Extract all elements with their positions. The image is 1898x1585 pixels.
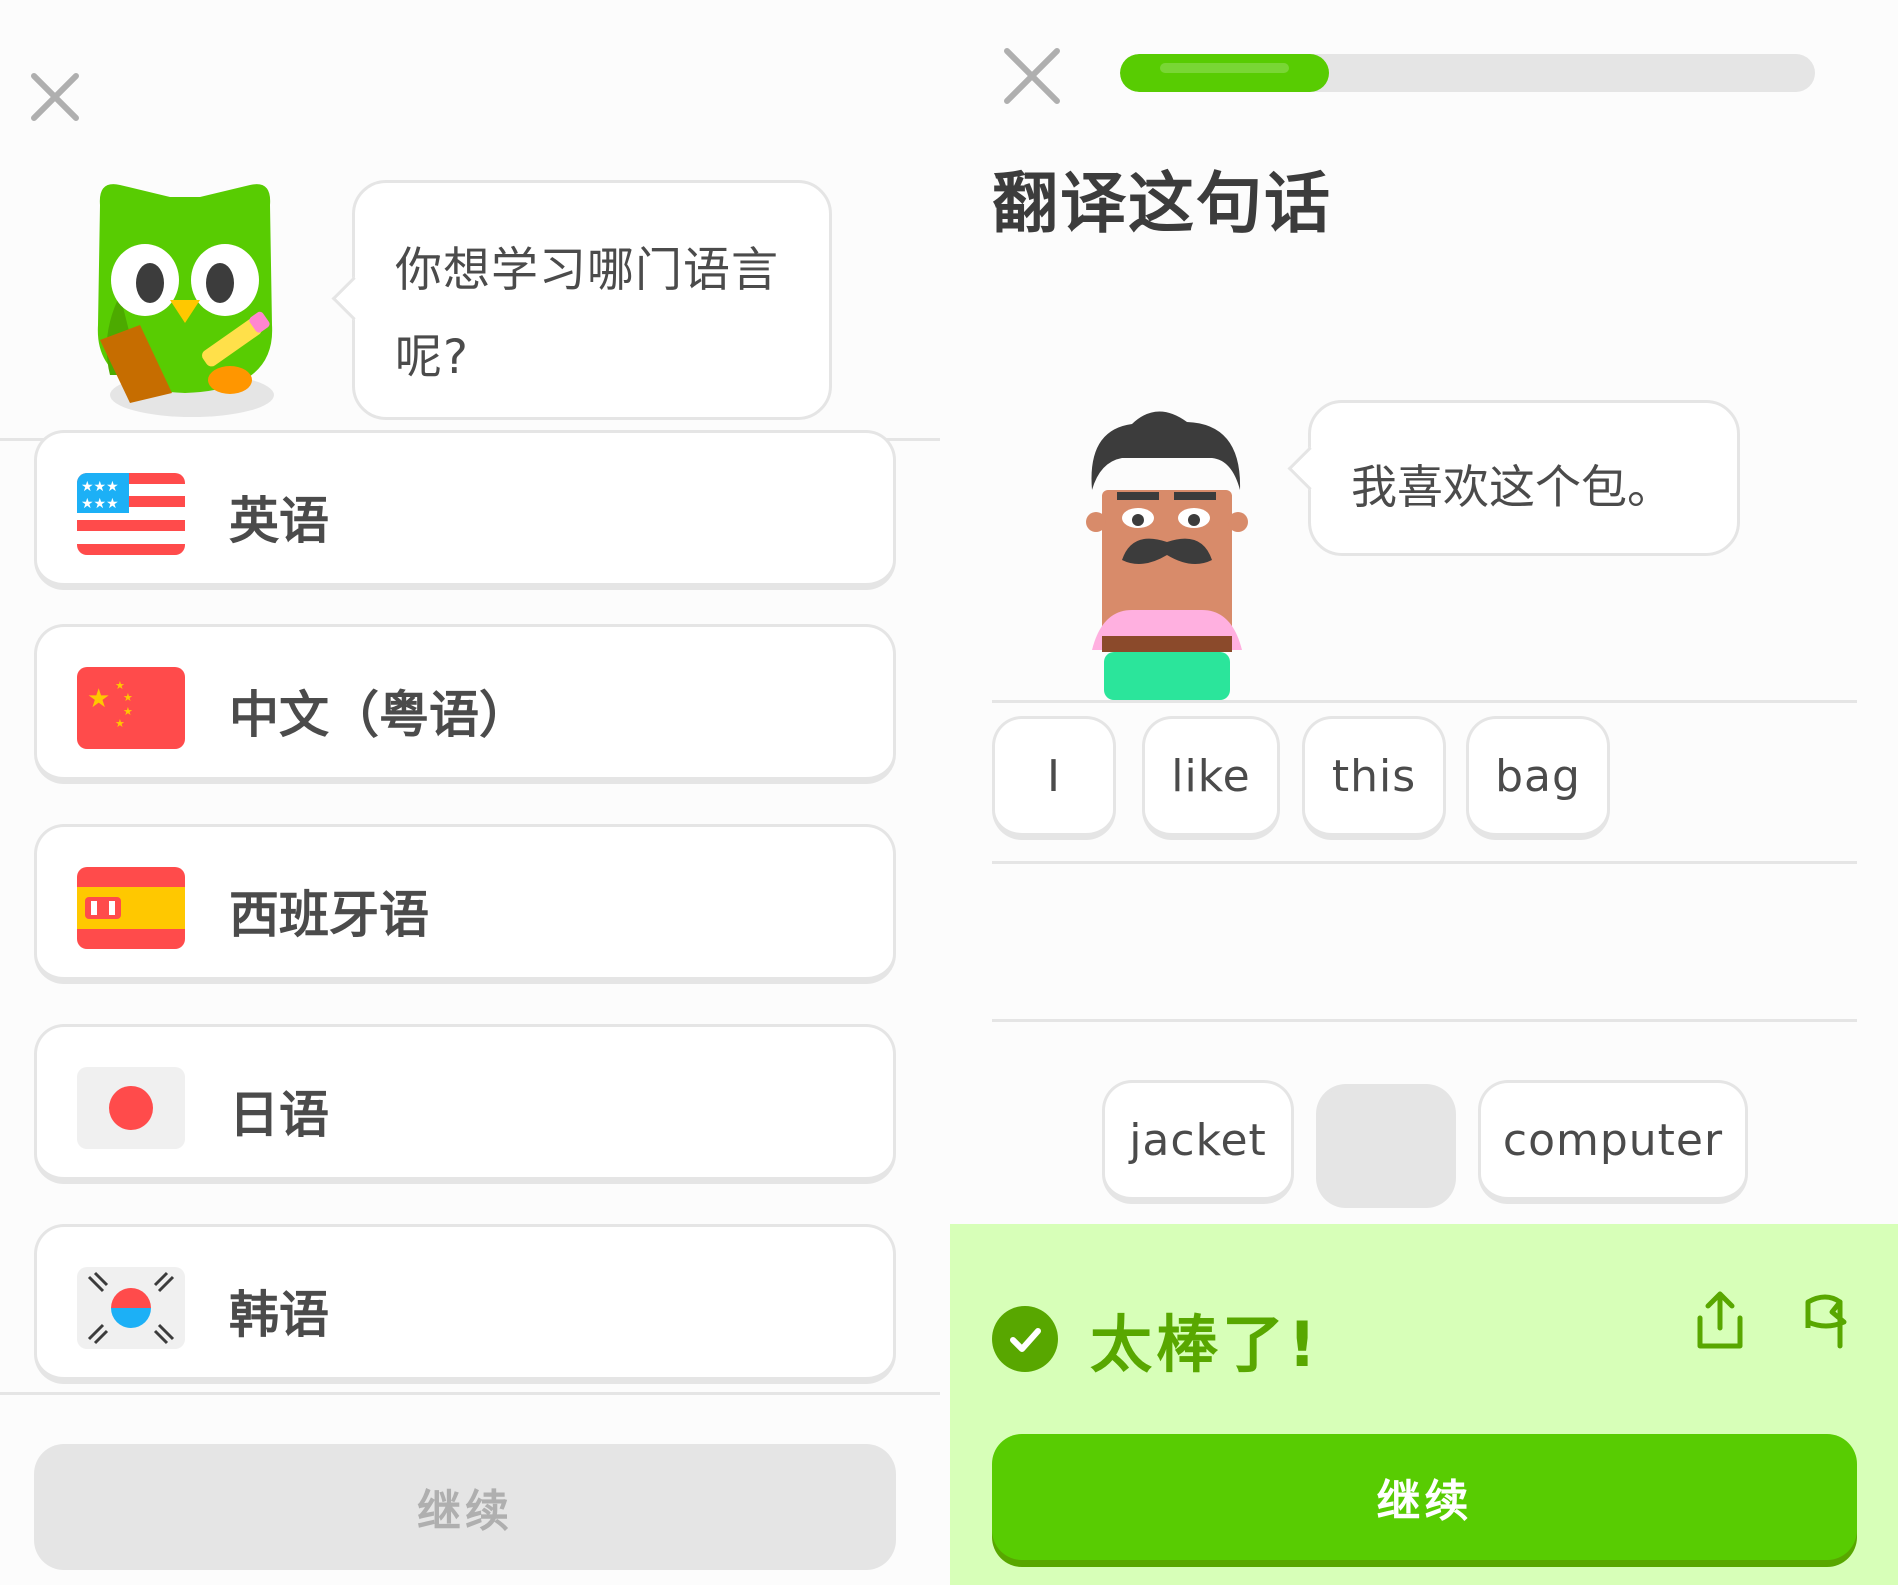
word-bank-chip[interactable]: computer	[1478, 1080, 1748, 1204]
language-label: 西班牙语	[229, 886, 429, 944]
es-flag-icon	[77, 867, 185, 949]
question-speech-bubble: 你想学习哪门语言 呢?	[331, 180, 832, 420]
svg-text:★: ★	[87, 684, 110, 714]
continue-button-disabled[interactable]: 继续	[34, 1444, 896, 1570]
svg-text:★★★: ★★★	[81, 479, 119, 495]
language-label: 英语	[229, 492, 329, 550]
language-label: 中文（粤语）	[229, 686, 529, 744]
language-label: 韩语	[229, 1286, 329, 1344]
continue-button[interactable]: 继续	[992, 1434, 1857, 1560]
lesson-progress-bar	[1120, 54, 1815, 92]
feedback-message: 太棒了!	[1090, 1308, 1321, 1381]
answer-line-2	[992, 1019, 1857, 1022]
close-icon[interactable]	[1002, 46, 1062, 106]
sentence-text: 我喜欢这个包。	[1351, 460, 1673, 514]
answer-word-chip[interactable]: I	[992, 716, 1116, 840]
close-icon[interactable]	[30, 72, 80, 122]
language-option-spanish[interactable]: 西班牙语	[34, 824, 896, 984]
us-flag-icon: ★★★ ★★★	[77, 473, 185, 555]
bottom-divider	[0, 1392, 940, 1395]
svg-text:★: ★	[115, 717, 125, 730]
language-option-japanese[interactable]: 日语	[34, 1024, 896, 1184]
answer-word-chip[interactable]: like	[1142, 716, 1280, 840]
check-circle-icon	[992, 1306, 1058, 1372]
svg-text:★: ★	[123, 691, 133, 704]
answer-top-line	[992, 700, 1857, 703]
jp-flag-icon	[77, 1067, 185, 1149]
bubble-tail	[1287, 446, 1332, 491]
word-bank-chip[interactable]: jacket	[1102, 1080, 1294, 1204]
language-option-korean[interactable]: 韩语	[34, 1224, 896, 1384]
answer-word-chip[interactable]: bag	[1466, 716, 1610, 840]
share-icon[interactable]	[1692, 1288, 1748, 1356]
correct-feedback-panel: 太棒了! 继续	[950, 1224, 1898, 1585]
character-illustration	[1062, 410, 1272, 700]
cn-flag-icon: ★ ★ ★ ★ ★	[77, 667, 185, 749]
translate-lesson-screen: 翻译这句话 我喜欢这个包。 I like this bag jacket com…	[950, 0, 1898, 1585]
kr-flag-icon	[77, 1267, 185, 1349]
word-bank-empty-slot	[1316, 1084, 1456, 1208]
progress-shine	[1160, 63, 1289, 73]
svg-text:★★★: ★★★	[81, 496, 119, 512]
sentence-speech-bubble: 我喜欢这个包。	[1287, 400, 1740, 556]
answer-line-1	[992, 861, 1857, 864]
answer-word-chip[interactable]: this	[1302, 716, 1446, 840]
language-label: 日语	[229, 1086, 329, 1144]
progress-fill	[1120, 54, 1329, 92]
exercise-title: 翻译这句话	[992, 165, 1332, 242]
language-option-english[interactable]: ★★★ ★★★ 英语	[34, 430, 896, 590]
bubble-tail	[331, 276, 376, 321]
question-line-1: 你想学习哪门语言	[395, 243, 779, 298]
report-flag-icon[interactable]	[1796, 1288, 1852, 1356]
language-select-screen: 你想学习哪门语言 呢? ★★★ ★★★ 英语 ★ ★ ★ ★ ★ 中文（粤语） …	[0, 0, 940, 1585]
language-option-cantonese[interactable]: ★ ★ ★ ★ ★ 中文（粤语）	[34, 624, 896, 784]
question-line-2: 呢?	[395, 330, 469, 385]
duo-owl-mascot	[80, 175, 290, 425]
question-text: 你想学习哪门语言 呢?	[395, 227, 789, 401]
